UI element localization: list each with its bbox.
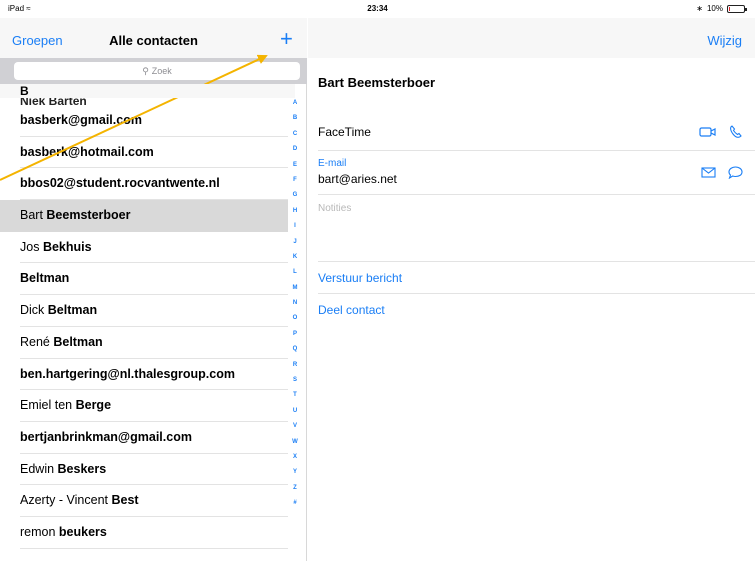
contact-list: basberk@gmail.com basberk@hotmail.com bbos… bbox=[0, 105, 288, 549]
list-item[interactable]: bbos02@student.rocvantwente.nl bbox=[20, 168, 288, 201]
status-bar: iPad ≈ 23:34 ∗ 10% bbox=[0, 0, 755, 18]
email-row: E-mail bart@aries.net bbox=[318, 151, 755, 195]
index-letter[interactable]: P bbox=[293, 327, 297, 342]
notes-label: Notities bbox=[318, 203, 352, 214]
contacts-list-pane: Groepen Alle contacten + ⚲ Zoek B Niek Ba… bbox=[0, 18, 307, 561]
index-letter[interactable]: U bbox=[293, 404, 297, 419]
search-icon: ⚲ bbox=[142, 66, 149, 76]
contact-last-name: Beemsterboer bbox=[46, 208, 131, 223]
list-item[interactable]: Dick Beltman bbox=[20, 295, 288, 327]
index-letter[interactable]: F bbox=[293, 173, 297, 188]
contact-first-name: remon bbox=[20, 524, 59, 539]
index-letter[interactable]: O bbox=[293, 311, 298, 326]
index-letter[interactable]: E bbox=[293, 158, 297, 173]
contact-last-name: Beskers bbox=[57, 461, 107, 476]
phone-call-icon[interactable] bbox=[729, 125, 743, 139]
contact-last-name: Best bbox=[111, 493, 139, 508]
list-item[interactable]: Beltman bbox=[20, 263, 288, 296]
edit-button[interactable]: Wijzig bbox=[707, 33, 742, 48]
index-letter[interactable]: L bbox=[293, 265, 297, 280]
index-letter[interactable]: R bbox=[293, 358, 297, 373]
email-label: E-mail bbox=[318, 158, 347, 169]
share-contact-row: Deel contact bbox=[318, 294, 755, 326]
contact-detail-pane: Wijzig Bart Beemsterboer FaceTime E-mail… bbox=[308, 18, 755, 561]
index-letter[interactable]: V bbox=[293, 419, 297, 434]
alphabet-index[interactable]: A B C D E F G H I J K L M N O P Q R S T U V W X Y Z # bbox=[289, 96, 301, 512]
index-letter[interactable]: D bbox=[293, 142, 297, 157]
contact-first-name: Jos bbox=[20, 239, 43, 254]
contact-last-name: basberk@gmail.com bbox=[20, 113, 142, 127]
index-letter[interactable]: X bbox=[293, 450, 297, 465]
contact-first-name: Dick bbox=[20, 303, 48, 318]
index-letter[interactable]: C bbox=[293, 127, 297, 142]
status-time: 23:34 bbox=[367, 4, 388, 13]
index-letter[interactable]: A bbox=[293, 96, 297, 111]
detail-nav-bar: Wijzig bbox=[308, 18, 755, 58]
list-item[interactable]: René Beltman bbox=[20, 327, 288, 359]
section-header: B bbox=[0, 84, 295, 98]
list-item[interactable]: basberk@gmail.com bbox=[20, 105, 288, 137]
mail-icon[interactable] bbox=[701, 167, 716, 178]
share-contact-button[interactable]: Deel contact bbox=[318, 303, 385, 317]
list-item[interactable]: bertjanbrinkman@gmail.com bbox=[20, 422, 288, 454]
index-letter[interactable]: # bbox=[293, 496, 296, 511]
contact-last-name: Berge bbox=[75, 398, 112, 413]
send-message-row: Verstuur bericht bbox=[318, 262, 755, 294]
contact-first-name: Azerty - Vincent bbox=[20, 493, 112, 508]
message-icon[interactable] bbox=[728, 166, 743, 179]
video-call-icon[interactable] bbox=[699, 126, 717, 138]
facetime-row: FaceTime bbox=[318, 113, 755, 151]
index-letter[interactable]: Q bbox=[293, 342, 298, 357]
contact-last-name: Beltman bbox=[47, 303, 98, 318]
send-message-button[interactable]: Verstuur bericht bbox=[318, 271, 402, 285]
index-letter[interactable]: Y bbox=[293, 465, 297, 480]
index-letter[interactable]: Z bbox=[293, 481, 297, 496]
index-letter[interactable]: I bbox=[294, 219, 296, 234]
list-item[interactable]: Emiel ten Berge bbox=[20, 390, 288, 422]
contact-last-name: Beltman bbox=[53, 334, 103, 349]
contact-last-name: Beltman bbox=[20, 271, 70, 286]
battery-icon bbox=[727, 4, 747, 13]
list-item[interactable]: remon beukers bbox=[20, 517, 288, 549]
contact-last-name: bertjanbrinkman@gmail.com bbox=[20, 429, 192, 444]
notes-row[interactable]: Notities bbox=[318, 195, 755, 262]
search-placeholder: Zoek bbox=[151, 66, 172, 76]
index-letter[interactable]: S bbox=[293, 373, 297, 388]
contact-last-name: bbos02@student.rocvantwente.nl bbox=[20, 176, 220, 191]
list-item[interactable]: ben.hartgering@nl.thalesgroup.com bbox=[20, 359, 288, 391]
contact-name: Bart Beemsterboer bbox=[318, 75, 436, 90]
contacts-nav-bar: Groepen Alle contacten + bbox=[0, 18, 307, 58]
index-letter[interactable]: B bbox=[293, 111, 297, 126]
index-letter[interactable]: H bbox=[293, 204, 297, 219]
search-bar: ⚲ Zoek bbox=[0, 58, 307, 84]
add-contact-button[interactable]: + bbox=[280, 26, 293, 52]
email-value[interactable]: bart@aries.net bbox=[318, 172, 397, 186]
contact-first-name: Emiel ten bbox=[20, 398, 76, 413]
list-item[interactable]: Bart Beemsterboer bbox=[0, 200, 288, 232]
index-letter[interactable]: K bbox=[293, 250, 297, 265]
contact-last-name: beukers bbox=[58, 524, 107, 539]
index-letter[interactable]: N bbox=[293, 296, 297, 311]
contact-last-name: basberk@hotmail.com bbox=[20, 144, 154, 159]
list-item[interactable]: Jos Bekhuis bbox=[20, 232, 288, 264]
battery-status: ∗ 10% bbox=[696, 4, 747, 13]
index-letter[interactable]: J bbox=[293, 235, 296, 250]
contact-first-name: Edwin bbox=[20, 461, 58, 476]
index-letter[interactable]: G bbox=[293, 188, 298, 203]
contacts-title: Alle contacten bbox=[109, 33, 198, 48]
index-letter[interactable]: T bbox=[293, 388, 297, 403]
list-item[interactable]: basberk@hotmail.com bbox=[20, 137, 288, 169]
contact-last-name: ben.hartgering@nl.thalesgroup.com bbox=[20, 366, 235, 381]
contact-first-name: René bbox=[20, 334, 54, 349]
search-input[interactable]: ⚲ Zoek bbox=[14, 62, 300, 80]
index-letter[interactable]: M bbox=[293, 281, 298, 296]
bluetooth-icon: ∗ bbox=[696, 4, 703, 13]
list-item[interactable]: Edwin Beskers bbox=[20, 454, 288, 486]
list-item[interactable]: Azerty - Vincent Best bbox=[20, 485, 288, 517]
contact-first-name: Bart bbox=[20, 208, 47, 223]
index-letter[interactable]: W bbox=[292, 435, 298, 450]
facetime-label: FaceTime bbox=[318, 125, 371, 139]
contact-last-name: Bekhuis bbox=[42, 239, 92, 254]
battery-percent: 10% bbox=[706, 4, 723, 13]
